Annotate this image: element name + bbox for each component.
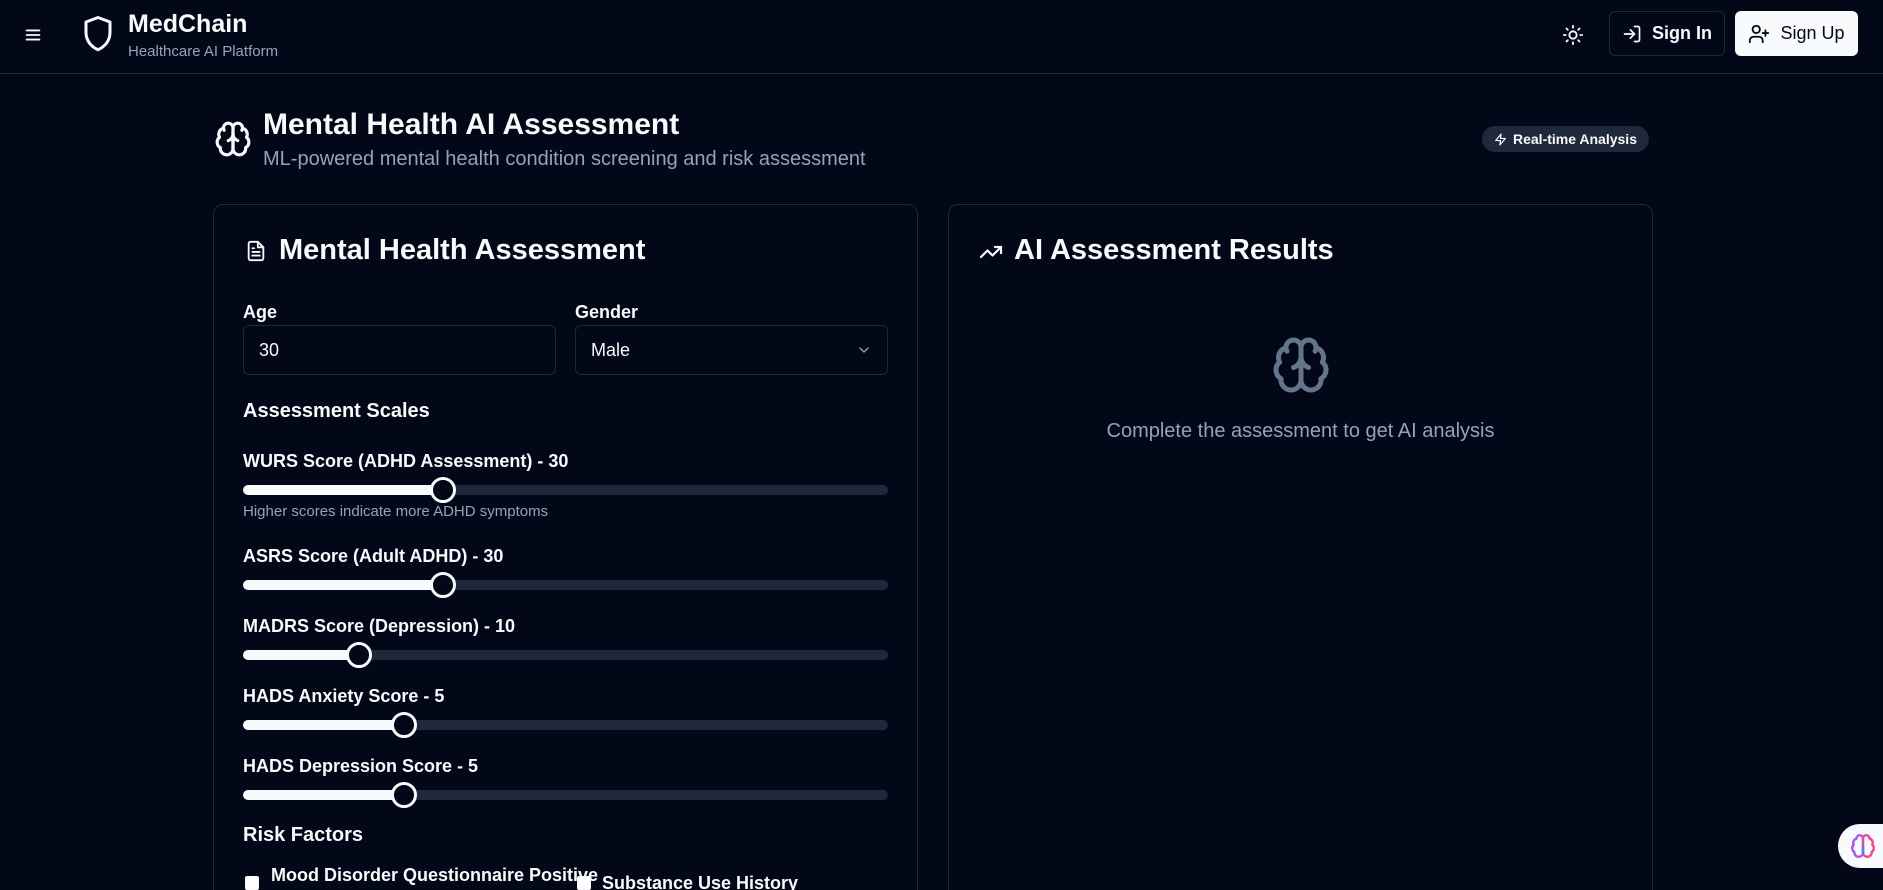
gender-label: Gender xyxy=(575,302,639,322)
hads-depression-slider-label: HADS Depression Score - 5 xyxy=(243,756,479,776)
madrs-slider[interactable] xyxy=(243,642,888,668)
slider-range xyxy=(243,580,443,590)
log-in-icon xyxy=(1622,24,1642,44)
file-text-icon xyxy=(245,238,267,264)
chevron-down-icon xyxy=(856,342,872,358)
results-card xyxy=(948,204,1653,890)
risk-factors-heading: Risk Factors xyxy=(243,824,364,846)
sign-up-label: Sign Up xyxy=(1780,23,1845,43)
page-title: Mental Health AI Assessment xyxy=(263,108,680,141)
substance-use-checkbox[interactable] xyxy=(577,876,591,890)
hads-anxiety-slider-label: HADS Anxiety Score - 5 xyxy=(243,686,445,706)
hads-depression-slider[interactable] xyxy=(243,782,888,808)
top-navbar: MedChain Healthcare AI Platform Sign In … xyxy=(0,0,1883,74)
gender-value: Male xyxy=(591,339,631,360)
slider-range xyxy=(243,485,443,495)
asrs-slider[interactable] xyxy=(243,572,888,598)
page-subtitle: ML-powered mental health condition scree… xyxy=(263,148,866,170)
colorful-brain-icon xyxy=(1850,833,1876,859)
menu-icon[interactable] xyxy=(22,24,44,46)
slider-range xyxy=(243,790,405,800)
wurs-slider[interactable] xyxy=(243,477,888,503)
sun-icon[interactable] xyxy=(1562,24,1584,46)
user-plus-icon xyxy=(1748,23,1770,45)
slider-range xyxy=(243,720,405,730)
badge-label: Real-time Analysis xyxy=(1513,131,1637,147)
wurs-slider-help: Higher scores indicate more ADHD symptom… xyxy=(243,503,549,520)
shield-icon xyxy=(80,14,116,54)
sign-in-label: Sign In xyxy=(1652,23,1712,43)
sign-up-button[interactable]: Sign Up xyxy=(1735,11,1858,56)
mood-disorder-checkbox[interactable] xyxy=(245,876,259,890)
slider-thumb[interactable] xyxy=(429,572,456,598)
assessment-scales-heading: Assessment Scales xyxy=(243,400,430,422)
brain-icon xyxy=(214,118,252,160)
age-input[interactable] xyxy=(243,325,556,375)
substance-use-label: Substance Use History xyxy=(602,873,799,890)
slider-range xyxy=(243,650,360,660)
slider-thumb[interactable] xyxy=(346,642,373,668)
results-title: AI Assessment Results xyxy=(1014,234,1334,266)
age-label: Age xyxy=(243,302,278,322)
brand-name[interactable]: MedChain xyxy=(128,10,247,39)
asrs-slider-label: ASRS Score (Adult ADHD) - 30 xyxy=(243,546,504,566)
wurs-slider-label: WURS Score (ADHD Assessment) - 30 xyxy=(243,451,569,471)
brain-icon xyxy=(1271,335,1331,395)
slider-thumb[interactable] xyxy=(429,477,456,503)
assessment-form-title: Mental Health Assessment xyxy=(279,234,646,266)
trending-up-icon xyxy=(979,240,1003,264)
gender-select[interactable]: Male xyxy=(575,325,888,375)
ai-assistant-button[interactable] xyxy=(1838,824,1883,868)
sign-in-button[interactable]: Sign In xyxy=(1609,11,1725,56)
results-empty-message: Complete the assessment to get AI analys… xyxy=(1106,420,1495,442)
madrs-slider-label: MADRS Score (Depression) - 10 xyxy=(243,616,516,636)
realtime-analysis-badge: Real-time Analysis xyxy=(1482,126,1649,152)
hads-anxiety-slider[interactable] xyxy=(243,712,888,738)
brand-subtitle: Healthcare AI Platform xyxy=(128,43,279,60)
zap-icon xyxy=(1494,132,1507,146)
mood-disorder-label: Mood Disorder Questionnaire Positive xyxy=(271,865,599,885)
